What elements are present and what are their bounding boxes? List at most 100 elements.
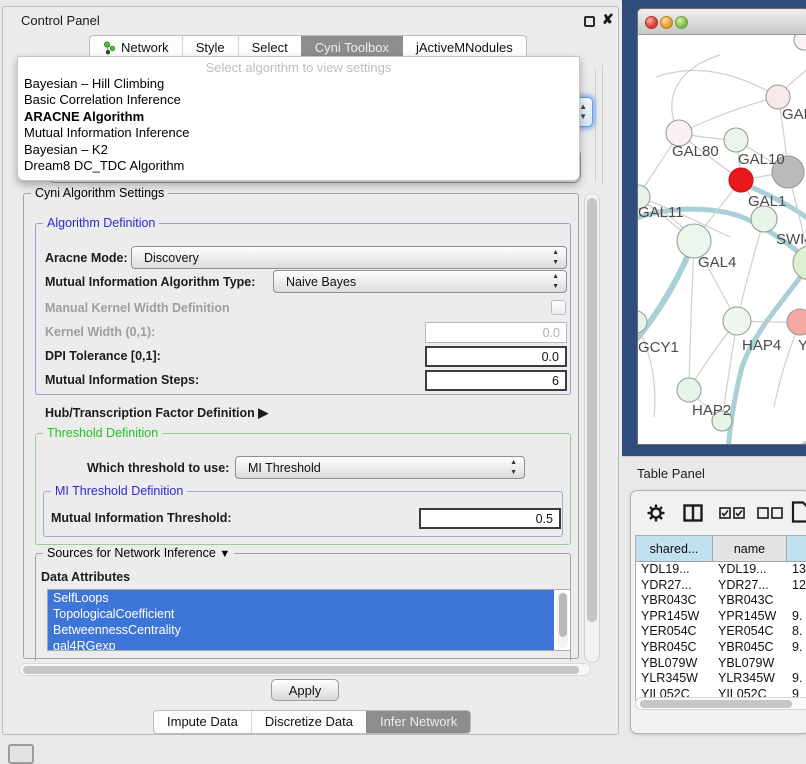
settings-hscrollbar-thumb[interactable] <box>23 666 579 674</box>
which-threshold-label: Which threshold to use: <box>87 461 229 475</box>
control-panel-title: Control Panel <box>21 13 100 28</box>
mi-threshold-field[interactable]: 0.5 <box>419 508 561 529</box>
kernel-width-field[interactable]: 0.0 <box>425 322 567 343</box>
dropdown-item-dream8-dc-tdc-algorithm[interactable]: Dream8 DC_TDC Algorithm <box>18 158 579 174</box>
network-node[interactable] <box>787 309 806 335</box>
network-node[interactable] <box>677 378 701 402</box>
dpi-tolerance-field[interactable]: 0.0 <box>425 346 567 367</box>
network-node-labels: GALGAL80GAL10GAL1SWI4GAL11GAL4GCY1HAP4YH… <box>638 106 806 419</box>
node-label: GAL4 <box>698 254 736 271</box>
stepper-arrows-icon: ▲▼ <box>510 458 517 478</box>
table-row[interactable]: YDL19...YDL19...13 <box>636 562 806 578</box>
aracne-mode-value: Discovery <box>144 251 199 265</box>
close-traffic-light-icon[interactable] <box>645 16 658 29</box>
attribute-item-betweennesscentrality[interactable]: BetweennessCentrality <box>48 622 554 638</box>
columns-icon[interactable] <box>683 504 703 522</box>
mi-algorithm-type-value: Naive Bayes <box>286 275 356 289</box>
settings-horizontal-scrollbar[interactable] <box>19 663 591 676</box>
table-panel-title: Table Panel <box>637 466 705 481</box>
float-window-icon[interactable] <box>584 16 595 27</box>
table-cell: 13 <box>787 562 806 578</box>
table-panel-window: shared...name YDL19...YDL19...13YDR27...… <box>630 490 806 734</box>
network-canvas[interactable]: GALGAL80GAL10GAL1SWI4GAL11GAL4GCY1HAP4YH… <box>638 35 806 445</box>
attribute-item-topologicalcoefficient[interactable]: TopologicalCoefficient <box>48 606 554 622</box>
network-node[interactable] <box>677 224 711 258</box>
sources-group-title[interactable]: Sources for Network Inference ▼ <box>43 546 234 560</box>
table-row[interactable]: YBL079WYBL079W <box>636 656 806 672</box>
table-cell: YBR045C <box>713 640 787 656</box>
checked-pair-icon[interactable] <box>719 507 745 519</box>
gear-icon[interactable] <box>647 504 665 522</box>
table-cell: YBR045C <box>636 640 713 656</box>
close-icon[interactable]: ✘ <box>602 11 614 28</box>
table-hscrollbar-thumb[interactable] <box>640 700 792 708</box>
attribute-items: SelfLoopsTopologicalCoefficientBetweenne… <box>48 590 570 651</box>
network-node[interactable] <box>724 128 748 152</box>
aracne-mode-label: Aracne Mode: <box>45 251 128 265</box>
table-row[interactable]: YER054CYER054C8. <box>636 624 806 640</box>
settings-scrollbar-thumb[interactable] <box>587 198 597 622</box>
panel-edge-fragment <box>602 65 603 185</box>
list-scrollbar[interactable] <box>557 592 568 648</box>
network-graph: GALGAL80GAL10GAL1SWI4GAL11GAL4GCY1HAP4YH… <box>638 35 806 445</box>
which-threshold-combo[interactable]: MI Threshold ▲▼ <box>235 456 525 479</box>
mi-steps-label: Mutual Information Steps: <box>45 373 199 387</box>
bottom-tab-infer-network[interactable]: Infer Network <box>366 711 470 733</box>
network-node[interactable] <box>729 168 753 192</box>
data-attributes-label: Data Attributes <box>41 570 130 584</box>
dropdown-item-basic-correlation-inference[interactable]: Basic Correlation Inference <box>18 92 579 108</box>
stepper-arrows-icon: ▲▼ <box>552 248 559 268</box>
bottom-tab-discretize-data[interactable]: Discretize Data <box>251 711 366 733</box>
network-node[interactable] <box>794 35 806 50</box>
dropdown-placeholder: Select algorithm to view settings <box>18 60 579 76</box>
list-scrollbar-thumb[interactable] <box>559 593 567 637</box>
table-header-row: shared...name <box>636 536 806 562</box>
zoom-traffic-light-icon[interactable] <box>675 16 688 29</box>
dropdown-item-bayesian-k2[interactable]: Bayesian – K2 <box>18 142 579 158</box>
dropdown-item-bayesian-hill-climbing[interactable]: Bayesian – Hill Climbing <box>18 76 579 92</box>
stepper-arrows-icon: ▲▼ <box>552 272 559 292</box>
mi-threshold-group-title: MI Threshold Definition <box>51 484 187 498</box>
table-row[interactable]: YBR045CYBR045C9. <box>636 640 806 656</box>
table-cell <box>787 593 806 609</box>
node-label: GAL11 <box>638 204 684 221</box>
dpi-tolerance-label: DPI Tolerance [0,1]: <box>45 349 161 363</box>
table-panel-bar: Table Panel <box>622 456 806 490</box>
table-cell: YBR043C <box>636 593 713 609</box>
data-attributes-list[interactable]: SelfLoopsTopologicalCoefficientBetweenne… <box>47 589 571 651</box>
column-header-shared[interactable]: shared... <box>636 536 713 561</box>
attribute-item-gal4rgexp[interactable]: gal4RGexp <box>48 638 554 651</box>
dropdown-item-aracne-algorithm[interactable]: ARACNE Algorithm <box>18 109 579 125</box>
table-row[interactable]: YLR345WYLR345W9. <box>636 671 806 687</box>
manual-kernel-width-label: Manual Kernel Width Definition <box>45 301 230 315</box>
network-node[interactable] <box>723 307 751 335</box>
network-window: GALGAL80GAL10GAL1SWI4GAL11GAL4GCY1HAP4YH… <box>637 8 806 445</box>
table-horizontal-scrollbar[interactable] <box>635 697 806 710</box>
mi-steps-field[interactable]: 6 <box>425 370 567 391</box>
hub-definition-toggle[interactable]: Hub/Transcription Factor Definition ▶ <box>45 405 268 421</box>
manual-kernel-width-checkbox[interactable] <box>551 300 566 315</box>
table-row[interactable]: YDR27...YDR27...12 <box>636 578 806 594</box>
network-window-titlebar[interactable] <box>638 9 806 35</box>
apply-button[interactable]: Apply <box>271 679 339 701</box>
minimize-traffic-light-icon[interactable] <box>660 16 673 29</box>
dropdown-item-mutual-information-inference[interactable]: Mutual Information Inference <box>18 125 579 141</box>
settings-vertical-scrollbar[interactable] <box>584 193 600 663</box>
corner-grip[interactable] <box>8 744 34 764</box>
attribute-item-selfloops[interactable]: SelfLoops <box>48 590 554 606</box>
table-row[interactable]: YPR145WYPR145W9. <box>636 609 806 625</box>
mi-algorithm-type-combo[interactable]: Naive Bayes ▲▼ <box>273 270 567 293</box>
table-cell: 12 <box>787 578 806 594</box>
aracne-mode-combo[interactable]: Discovery ▲▼ <box>131 246 567 269</box>
table-row[interactable]: YBR043CYBR043C <box>636 593 806 609</box>
unchecked-pair-icon[interactable] <box>757 507 783 519</box>
node-label: HAP4 <box>742 337 781 354</box>
node-table[interactable]: shared...name YDL19...YDL19...13YDR27...… <box>635 535 806 701</box>
table-cell: YLR345W <box>636 671 713 687</box>
table-cell: YDR27... <box>636 578 713 594</box>
page-icon[interactable] <box>791 501 806 523</box>
column-header-name[interactable]: name <box>713 536 787 561</box>
column-header-2[interactable] <box>787 536 806 561</box>
expanded-arrow-icon: ▼ <box>219 548 230 560</box>
bottom-tab-impute-data[interactable]: Impute Data <box>154 711 251 733</box>
